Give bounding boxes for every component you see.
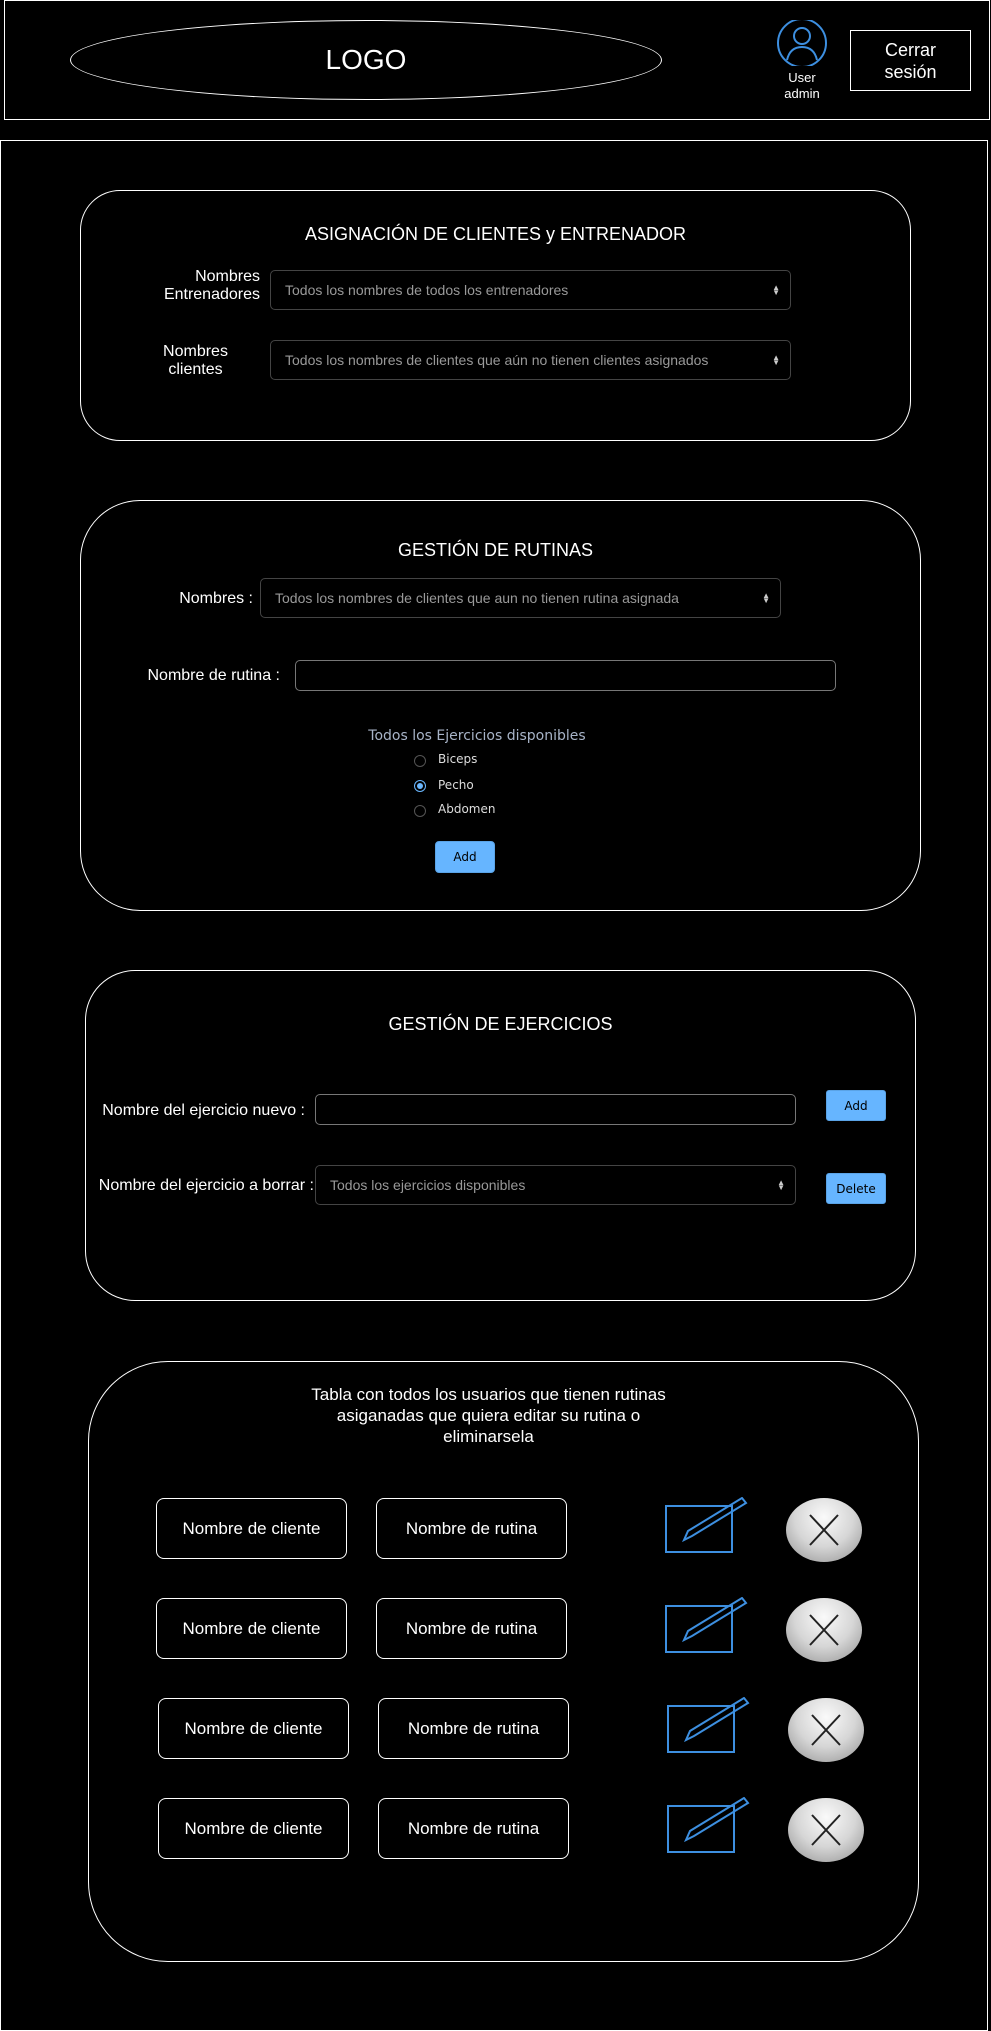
- routines-title: GESTIÓN DE RUTINAS: [397, 540, 594, 560]
- logo-text: LOGO: [325, 44, 407, 75]
- table-row-routine: Nombre de rutina: [378, 1698, 569, 1759]
- edit-icon[interactable]: [666, 1696, 750, 1755]
- close-icon[interactable]: [786, 1598, 862, 1662]
- table-title: Tabla con todos los usuarios que tienen …: [311, 1385, 666, 1446]
- close-icon[interactable]: [788, 1798, 864, 1862]
- routine-names-label: Nombres :: [179, 590, 253, 607]
- trainers-select[interactable]: Todos los nombres de todos los entrenado…: [270, 270, 791, 310]
- edit-icon[interactable]: [666, 1796, 750, 1855]
- delete-exercise-select[interactable]: Todos los ejercicios disponibles ▲ ▼: [315, 1165, 796, 1205]
- table-row-routine: Nombre de rutina: [378, 1798, 569, 1859]
- logo: LOGO: [70, 20, 662, 100]
- exercise-radio-pecho[interactable]: [414, 780, 426, 792]
- logout-button[interactable]: Cerrar sesión: [850, 30, 971, 91]
- exercises-heading: Todos los Ejercicios disponibles: [368, 728, 586, 744]
- delete-exercise-select-value: Todos los ejercicios disponibles: [330, 1177, 526, 1193]
- user-label: User admin: [784, 70, 820, 101]
- chevron-up-down-icon: ▲ ▼: [772, 283, 780, 297]
- add-exercise-button[interactable]: Add: [826, 1090, 886, 1121]
- table-row-client: Nombre de cliente: [158, 1798, 349, 1859]
- exercise-radio-abdomen[interactable]: [414, 805, 426, 817]
- clients-select[interactable]: Todos los nombres de clientes que aún no…: [270, 340, 791, 380]
- assign-title: ASIGNACIÓN DE CLIENTES y ENTRENADOR: [304, 224, 687, 244]
- delete-exercise-label: Nombre del ejercicio a borrar :: [98, 1177, 314, 1194]
- edit-icon[interactable]: [664, 1496, 748, 1555]
- chevron-up-down-icon: ▲ ▼: [772, 353, 780, 367]
- table-row-routine: Nombre de rutina: [376, 1498, 567, 1559]
- trainers-select-value: Todos los nombres de todos los entrenado…: [285, 282, 569, 298]
- routines-panel: [80, 500, 921, 911]
- clients-select-value: Todos los nombres de clientes que aún no…: [285, 352, 709, 368]
- routine-name-label: Nombre de rutina :: [147, 667, 280, 684]
- exercise-label-biceps: Biceps: [438, 752, 478, 766]
- delete-exercise-button[interactable]: Delete: [826, 1173, 886, 1204]
- exercise-radio-biceps[interactable]: [414, 755, 426, 767]
- exercise-label-abdomen: Abdomen: [438, 802, 496, 816]
- add-routine-button[interactable]: Add: [435, 841, 495, 873]
- trainers-label: Nombres Entrenadores: [163, 268, 260, 303]
- clients-label: Nombres clientes: [163, 343, 228, 378]
- table-row-client: Nombre de cliente: [156, 1598, 347, 1659]
- chevron-up-down-icon: ▲ ▼: [762, 591, 770, 605]
- table-row-client: Nombre de cliente: [156, 1498, 347, 1559]
- close-icon[interactable]: [788, 1698, 864, 1762]
- new-exercise-label: Nombre del ejercicio nuevo :: [102, 1102, 305, 1119]
- user-icon[interactable]: [776, 18, 828, 68]
- routine-clients-select[interactable]: Todos los nombres de clientes que aun no…: [260, 578, 781, 618]
- routine-name-input[interactable]: [295, 660, 836, 691]
- table-row-client: Nombre de cliente: [158, 1698, 349, 1759]
- new-exercise-input[interactable]: [315, 1094, 796, 1125]
- edit-icon[interactable]: [664, 1596, 748, 1655]
- exercises-title: GESTIÓN DE EJERCICIOS: [388, 1014, 613, 1034]
- routine-clients-select-value: Todos los nombres de clientes que aun no…: [275, 590, 679, 606]
- table-row-routine: Nombre de rutina: [376, 1598, 567, 1659]
- exercise-label-pecho: Pecho: [438, 778, 474, 792]
- close-icon[interactable]: [786, 1498, 862, 1562]
- chevron-up-down-icon: ▲ ▼: [777, 1178, 785, 1192]
